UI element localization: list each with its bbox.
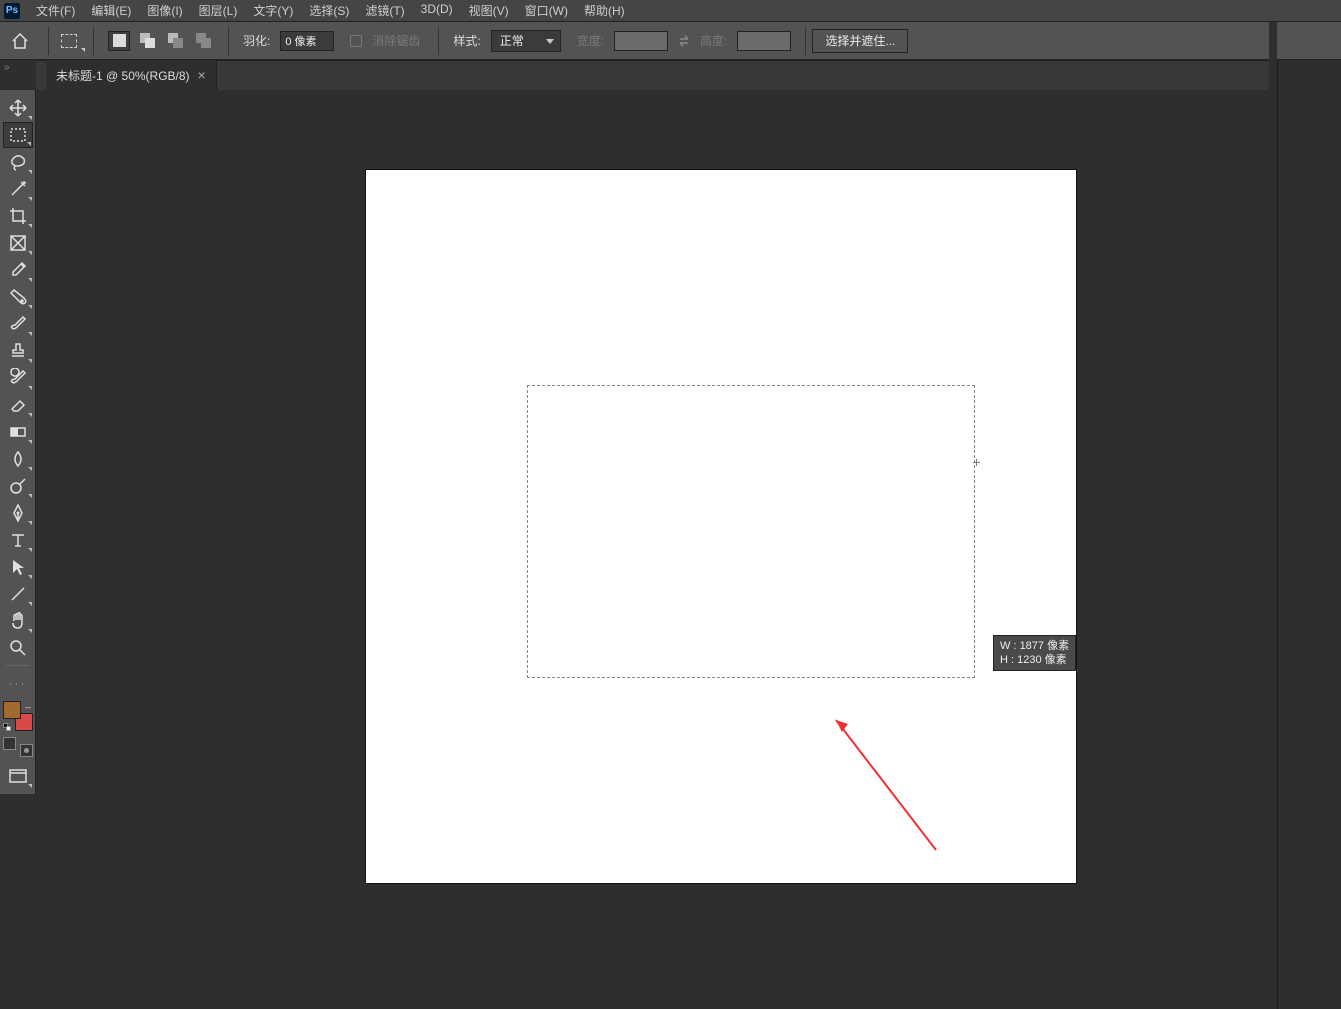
selection-intersect-button[interactable]: [192, 31, 214, 51]
menu-item-t[interactable]: 滤镜(T): [357, 0, 412, 22]
gradient-tool[interactable]: [3, 419, 33, 445]
spot-healing-tool[interactable]: [3, 284, 33, 310]
swap-dimensions-icon: [674, 31, 694, 51]
document-tab[interactable]: 未标题-1 @ 50%(RGB/8) ×: [46, 60, 217, 90]
menu-item-f[interactable]: 文件(F): [28, 0, 83, 22]
select-and-mask-button[interactable]: 选择并遮住...: [812, 29, 908, 53]
feather-input[interactable]: 0 像素: [280, 31, 334, 51]
quick-mask-icon[interactable]: [20, 744, 33, 757]
tools-panel: ··· ↔: [0, 90, 36, 794]
height-input: [737, 31, 791, 51]
panel-expand-icon[interactable]: »: [4, 62, 10, 73]
menu-item-w[interactable]: 窗口(W): [517, 0, 576, 22]
swap-colors-icon[interactable]: ↔: [24, 701, 33, 711]
workspace[interactable]: W : 1877 像素 H : 1230 像素: [36, 90, 1269, 1009]
menu-item-h[interactable]: 帮助(H): [576, 0, 633, 22]
dodge-tool[interactable]: [3, 473, 33, 499]
color-wells[interactable]: ↔: [3, 701, 33, 731]
home-button[interactable]: [8, 29, 32, 53]
rectangular-marquee-tool[interactable]: [3, 122, 33, 148]
quick-selection-tool[interactable]: [3, 176, 33, 202]
menu-item-dd[interactable]: 3D(D): [413, 0, 461, 22]
document-tab-title: 未标题-1 @ 50%(RGB/8): [56, 67, 190, 84]
eraser-tool[interactable]: [3, 392, 33, 418]
selection-add-button[interactable]: [136, 31, 158, 51]
line-tool[interactable]: [3, 581, 33, 607]
crop-tool[interactable]: [3, 203, 33, 229]
default-colors-icon[interactable]: [3, 723, 11, 731]
edit-toolbar-button[interactable]: ···: [3, 670, 33, 696]
standard-mode-icon[interactable]: [3, 737, 16, 750]
menu-item-v[interactable]: 视图(V): [461, 0, 517, 22]
blur-tool[interactable]: [3, 446, 33, 472]
selection-subtract-button[interactable]: [164, 31, 186, 51]
eyedropper-tool[interactable]: [3, 257, 33, 283]
menu-item-l[interactable]: 图层(L): [191, 0, 246, 22]
selection-new-button[interactable]: [108, 31, 130, 51]
lasso-tool[interactable]: [3, 149, 33, 175]
feather-label: 羽化:: [243, 32, 270, 49]
menu-item-s[interactable]: 选择(S): [301, 0, 357, 22]
document-tab-bar: 未标题-1 @ 50%(RGB/8) ×: [36, 60, 1341, 90]
current-tool-icon[interactable]: [55, 30, 83, 52]
move-tool[interactable]: [3, 95, 33, 121]
menu-item-i[interactable]: 图像(I): [139, 0, 190, 22]
width-input: [614, 31, 668, 51]
right-panel-dock: [1269, 22, 1341, 1009]
foreground-color-well[interactable]: [3, 701, 21, 719]
menu-item-e[interactable]: 编辑(E): [83, 0, 139, 22]
style-select[interactable]: 正常: [491, 30, 561, 52]
menu-item-y[interactable]: 文字(Y): [245, 0, 301, 22]
brush-tool[interactable]: [3, 311, 33, 337]
selection-mode-group: [108, 31, 214, 51]
pen-tool[interactable]: [3, 500, 33, 526]
document-canvas[interactable]: [366, 170, 1076, 883]
zoom-tool[interactable]: [3, 635, 33, 661]
dimension-tooltip: W : 1877 像素 H : 1230 像素: [993, 635, 1076, 671]
frame-tool[interactable]: [3, 230, 33, 256]
screen-mode-button[interactable]: [3, 763, 33, 789]
width-label: 宽度:: [577, 32, 604, 49]
hand-tool[interactable]: [3, 608, 33, 634]
type-tool[interactable]: [3, 527, 33, 553]
mask-mode-toggle[interactable]: [3, 737, 33, 757]
options-bar: 羽化: 0 像素 消除锯齿 样式: 正常 宽度: 高度: 选择并遮住...: [0, 22, 1341, 60]
antialias-label: 消除锯齿: [372, 32, 420, 49]
path-selection-tool[interactable]: [3, 554, 33, 580]
app-logo-icon: Ps: [4, 3, 20, 19]
clone-stamp-tool[interactable]: [3, 338, 33, 364]
marquee-selection[interactable]: [527, 385, 975, 678]
antialias-checkbox: [350, 35, 362, 47]
style-label: 样式:: [453, 32, 480, 49]
height-label: 高度:: [700, 32, 727, 49]
menu-bar: Ps 文件(F)编辑(E)图像(I)图层(L)文字(Y)选择(S)滤镜(T)3D…: [0, 0, 1341, 22]
history-brush-tool[interactable]: [3, 365, 33, 391]
close-tab-icon[interactable]: ×: [198, 67, 206, 83]
